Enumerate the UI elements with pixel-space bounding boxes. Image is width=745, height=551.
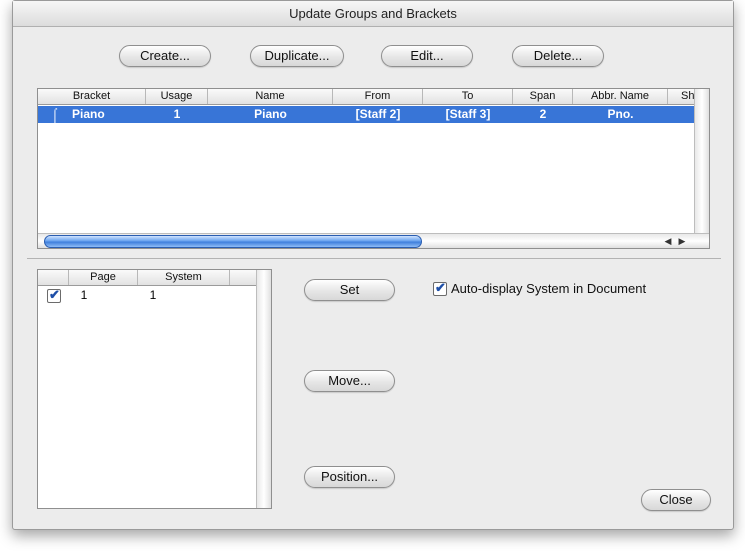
cell-bracket-text: Piano	[72, 107, 105, 121]
delete-button[interactable]: Delete...	[512, 45, 604, 67]
table-row[interactable]: ✔ 1 1	[38, 287, 256, 304]
create-button[interactable]: Create...	[119, 45, 211, 67]
bracket-icon: ⌠	[51, 107, 59, 122]
column-header-abbr-name[interactable]: Abbr. Name	[573, 89, 668, 104]
column-header-from[interactable]: From	[333, 89, 423, 104]
column-header-show[interactable]: Show	[668, 89, 694, 104]
column-header-bracket[interactable]: Bracket	[38, 89, 146, 104]
cell-from: [Staff 2]	[355, 107, 401, 121]
system-visible-checkbox[interactable]: ✔	[47, 287, 61, 303]
cell-to: [Staff 3]	[445, 107, 491, 121]
cell-system: 1	[149, 288, 157, 302]
set-button[interactable]: Set	[304, 279, 395, 301]
column-header-usage[interactable]: Usage	[146, 89, 208, 104]
column-header-system[interactable]: System	[138, 270, 230, 285]
cell-span: 2	[539, 107, 547, 121]
scroll-right-arrow-icon[interactable]: ▶	[675, 235, 689, 247]
systems-table[interactable]: Page System ✔ 1 1	[37, 269, 272, 509]
edit-button[interactable]: Edit...	[381, 45, 473, 67]
column-header-name[interactable]: Name	[208, 89, 333, 104]
window-title: Update Groups and Brackets	[13, 1, 733, 27]
groups-horizontal-scrollbar[interactable]: ◀ ▶	[38, 233, 709, 248]
systems-vertical-scrollbar[interactable]	[256, 270, 271, 508]
groups-vertical-scrollbar[interactable]	[694, 89, 709, 233]
table-row[interactable]: ⌠ Piano 1 Piano [Staff 2] [Staff 3] 2 Pn…	[38, 106, 694, 123]
column-header-page[interactable]: Page	[69, 270, 138, 285]
divider	[27, 258, 721, 259]
auto-display-label[interactable]: Auto-display System in Document	[451, 281, 646, 296]
cell-abbr-name: Pno.	[607, 107, 634, 121]
horizontal-scroll-thumb[interactable]	[44, 235, 422, 248]
auto-display-checkbox[interactable]: ✔	[433, 280, 447, 296]
cell-page: 1	[80, 288, 88, 302]
column-header-extra[interactable]	[230, 270, 256, 285]
cell-bracket: ⌠ Piano	[38, 106, 146, 123]
checkmark-icon: ✔	[435, 280, 446, 295]
position-button[interactable]: Position...	[304, 466, 395, 488]
column-header-check[interactable]	[38, 270, 69, 285]
duplicate-button[interactable]: Duplicate...	[250, 45, 344, 67]
checkmark-icon: ✔	[49, 287, 60, 302]
dialog-window: Update Groups and Brackets Create... Dup…	[12, 0, 734, 530]
groups-table[interactable]: Bracket Usage Name From To Span Abbr. Na…	[37, 88, 710, 249]
column-header-to[interactable]: To	[423, 89, 513, 104]
move-button[interactable]: Move...	[304, 370, 395, 392]
scroll-left-arrow-icon[interactable]: ◀	[661, 235, 675, 247]
systems-table-header: Page System	[38, 270, 256, 286]
cell-usage: 1	[173, 107, 181, 121]
groups-table-header: Bracket Usage Name From To Span Abbr. Na…	[38, 89, 694, 105]
cell-name: Piano	[254, 107, 287, 121]
close-button[interactable]: Close	[641, 489, 711, 511]
column-header-span[interactable]: Span	[513, 89, 573, 104]
